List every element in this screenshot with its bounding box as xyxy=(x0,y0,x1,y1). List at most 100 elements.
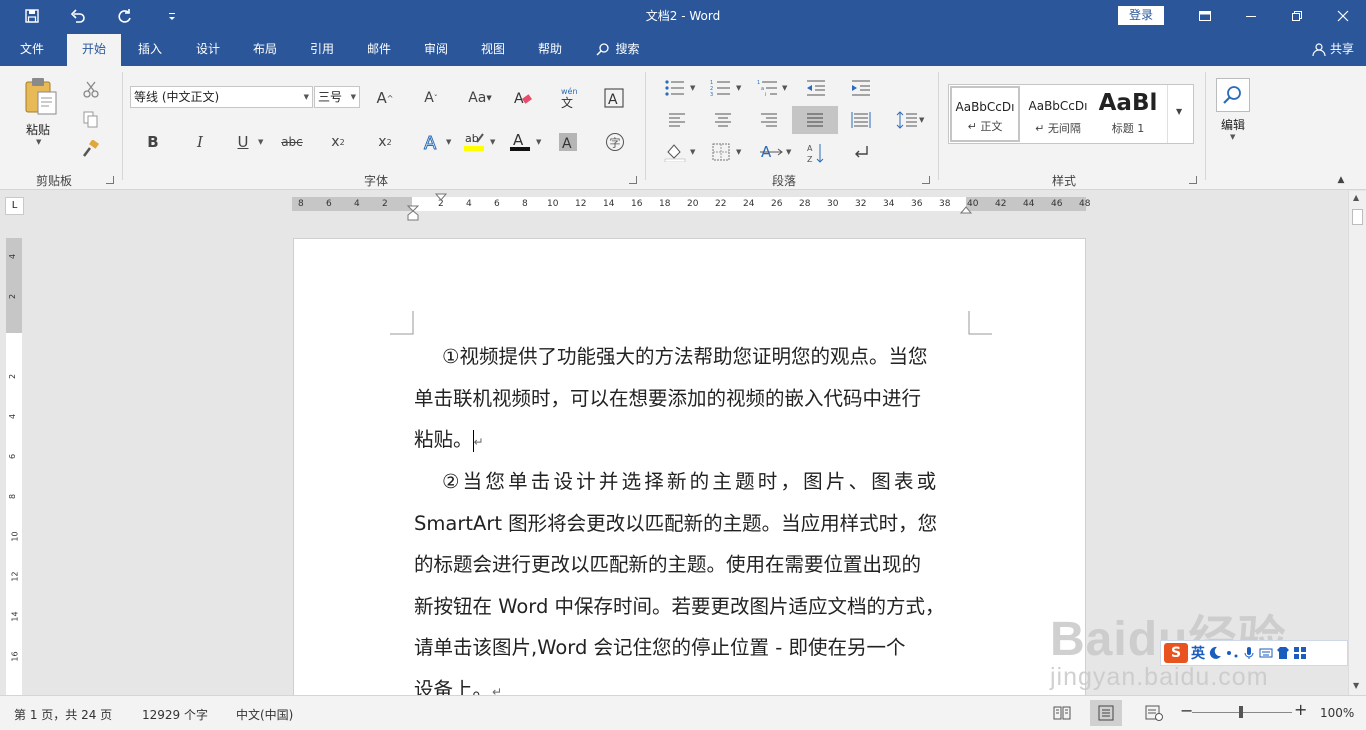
borders-dropdown-icon[interactable]: ▼ xyxy=(736,148,741,156)
shrink-font-icon[interactable]: Aˇ xyxy=(418,86,444,110)
justify-icon[interactable] xyxy=(792,106,838,134)
editing-dropdown-icon[interactable]: ▼ xyxy=(1230,133,1235,141)
tab-design[interactable]: 设计 xyxy=(184,32,232,66)
italic-icon[interactable]: I xyxy=(187,130,213,154)
numbering-icon[interactable]: 123 xyxy=(708,76,734,100)
font-size-select[interactable]: 三号 ▼ xyxy=(314,86,360,108)
language-indicator[interactable]: 中文(中国) xyxy=(236,706,293,723)
keyboard-icon[interactable] xyxy=(1259,646,1273,660)
microphone-icon[interactable] xyxy=(1242,646,1256,660)
paste-label[interactable]: 粘贴 xyxy=(14,121,62,138)
restore-icon[interactable] xyxy=(1274,0,1320,32)
tab-references[interactable]: 引用 xyxy=(298,32,346,66)
font-name-select[interactable]: 等线 (中文正文) ▼ xyxy=(130,86,313,108)
skin-icon[interactable] xyxy=(1276,646,1290,660)
minimize-icon[interactable] xyxy=(1228,0,1274,32)
tab-home[interactable]: 开始 xyxy=(67,34,121,66)
subscript-icon[interactable]: x2 xyxy=(325,130,351,154)
clear-formatting-icon[interactable]: A xyxy=(510,86,536,110)
style-no-spacing[interactable]: AaBbCcDı ↵ 无间隔 xyxy=(1023,86,1093,142)
scroll-down-icon[interactable]: ▼ xyxy=(1353,681,1359,690)
borders-icon[interactable] xyxy=(708,140,734,164)
distributed-icon[interactable] xyxy=(848,108,874,132)
line-spacing-icon[interactable] xyxy=(894,108,920,132)
align-center-icon[interactable] xyxy=(710,108,736,132)
login-button[interactable]: 登录 xyxy=(1118,6,1164,25)
vertical-scrollbar[interactable]: ▲ ▼ xyxy=(1348,191,1366,695)
vertical-ruler[interactable]: 4 2 2 4 6 8 10 12 14 16 xyxy=(6,238,22,695)
strikethrough-icon[interactable]: abc xyxy=(278,130,306,154)
zoom-slider-thumb[interactable] xyxy=(1239,706,1243,718)
underline-dropdown-icon[interactable]: ▼ xyxy=(258,138,263,146)
zoom-out-icon[interactable]: − xyxy=(1180,701,1193,720)
multilevel-list-icon[interactable]: 1ai xyxy=(755,76,781,100)
align-left-icon[interactable] xyxy=(664,108,690,132)
styles-more-button[interactable]: ▼ xyxy=(1167,85,1193,143)
tab-search[interactable]: 搜索 xyxy=(588,32,648,66)
shading-icon[interactable] xyxy=(662,140,688,164)
underline-icon[interactable]: U xyxy=(232,130,254,154)
web-layout-icon[interactable] xyxy=(1138,700,1170,726)
tab-file[interactable]: 文件 xyxy=(8,32,56,66)
tab-mailings[interactable]: 邮件 xyxy=(355,32,403,66)
change-case-icon[interactable]: Aa ▼ xyxy=(465,86,495,110)
tab-insert[interactable]: 插入 xyxy=(126,32,174,66)
ribbon-display-options-icon[interactable] xyxy=(1182,0,1228,32)
read-mode-icon[interactable] xyxy=(1046,700,1078,726)
show-paragraph-marks-icon[interactable] xyxy=(848,140,874,164)
editing-label[interactable]: 编辑 xyxy=(1210,116,1256,133)
decrease-indent-icon[interactable] xyxy=(803,76,829,100)
paste-icon[interactable] xyxy=(18,74,62,118)
phonetic-guide-icon[interactable]: wén 文 xyxy=(555,84,581,112)
character-border-icon[interactable]: A xyxy=(602,86,626,110)
align-right-icon[interactable] xyxy=(756,108,782,132)
print-layout-icon[interactable] xyxy=(1090,700,1122,726)
highlight-dropdown-icon[interactable]: ▼ xyxy=(490,138,495,146)
cut-icon[interactable] xyxy=(80,78,102,100)
toolbox-icon[interactable] xyxy=(1293,646,1307,660)
line-spacing-dropdown-icon[interactable]: ▼ xyxy=(919,116,924,124)
copy-icon[interactable] xyxy=(80,108,102,130)
ime-mode[interactable]: 英 xyxy=(1191,643,1205,663)
tab-review[interactable]: 审阅 xyxy=(412,32,460,66)
character-shading-icon[interactable]: A xyxy=(555,130,581,154)
collapse-ribbon-icon[interactable]: ▲ xyxy=(1334,174,1348,186)
find-icon[interactable] xyxy=(1216,78,1250,112)
paragraph-2[interactable]: ②当您单击设计并选择新的主题时，图片、图表或 SmartArt 图形将会更改以匹… xyxy=(414,461,968,695)
text-effects-icon[interactable]: A xyxy=(419,130,445,154)
chinese-layout-icon[interactable]: A xyxy=(757,140,785,164)
scroll-thumb[interactable] xyxy=(1352,209,1363,225)
zoom-level[interactable]: 100% xyxy=(1320,706,1354,720)
tab-help[interactable]: 帮助 xyxy=(526,32,574,66)
bullets-icon[interactable] xyxy=(662,76,688,100)
paragraph-launcher-icon[interactable] xyxy=(922,176,930,184)
paste-dropdown-icon[interactable]: ▼ xyxy=(36,138,41,146)
font-color-dropdown-icon[interactable]: ▼ xyxy=(536,138,541,146)
style-normal[interactable]: AaBbCcDı ↵ 正文 xyxy=(950,86,1020,142)
increase-indent-icon[interactable] xyxy=(848,76,874,100)
numbering-dropdown-icon[interactable]: ▼ xyxy=(736,84,741,92)
text-effects-dropdown-icon[interactable]: ▼ xyxy=(446,138,451,146)
sort-icon[interactable]: AZ xyxy=(803,140,829,166)
shading-dropdown-icon[interactable]: ▼ xyxy=(690,148,695,156)
font-launcher-icon[interactable] xyxy=(629,176,637,184)
paragraph-1[interactable]: ①视频提供了功能强大的方法帮助您证明您的观点。当您 单击联机视频时，可以在想要添… xyxy=(414,336,968,464)
ime-toolbar[interactable]: S 英 xyxy=(1160,640,1348,666)
style-heading1[interactable]: AaBl 标题 1 xyxy=(1095,86,1161,142)
bold-icon[interactable]: B xyxy=(140,130,166,154)
moon-icon[interactable] xyxy=(1208,646,1222,660)
document-page[interactable]: ①视频提供了功能强大的方法帮助您证明您的观点。当您 单击联机视频时，可以在想要添… xyxy=(293,238,1086,695)
scroll-up-icon[interactable]: ▲ xyxy=(1353,193,1359,202)
font-color-icon[interactable]: A xyxy=(507,128,533,154)
right-indent-marker-icon[interactable] xyxy=(959,203,973,215)
zoom-in-icon[interactable]: + xyxy=(1294,700,1307,719)
tab-layout[interactable]: 布局 xyxy=(241,32,289,66)
tab-view[interactable]: 视图 xyxy=(469,32,517,66)
left-indent-marker-icon[interactable] xyxy=(406,205,420,221)
word-count[interactable]: 12929 个字 xyxy=(142,706,208,723)
punctuation-icon[interactable] xyxy=(1225,646,1239,660)
page-count[interactable]: 第 1 页，共 24 页 xyxy=(14,706,112,723)
first-line-indent-marker-icon[interactable] xyxy=(434,193,448,203)
share-button[interactable]: 共享 xyxy=(1312,32,1354,66)
styles-launcher-icon[interactable] xyxy=(1189,176,1197,184)
